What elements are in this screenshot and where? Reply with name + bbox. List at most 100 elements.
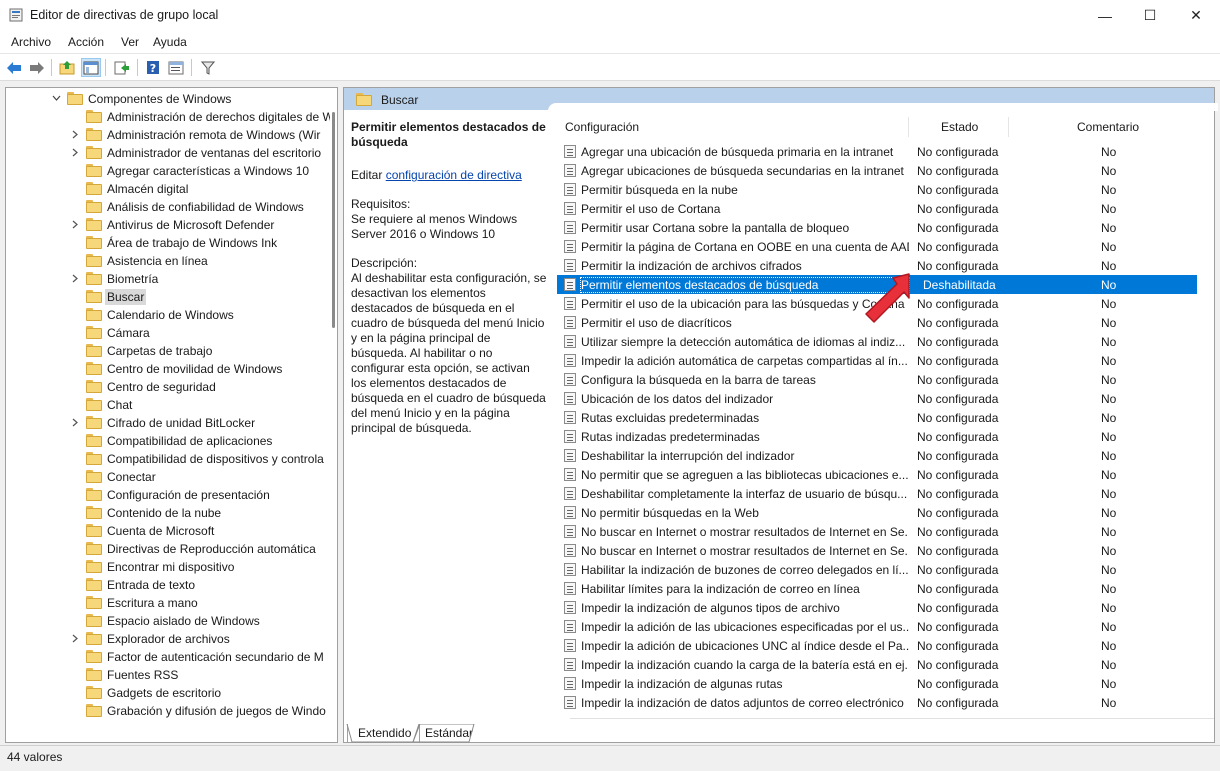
filter-button[interactable] bbox=[198, 58, 218, 77]
selected-setting-row[interactable]: Permitir elementos destacados de búsqued… bbox=[557, 275, 1197, 294]
setting-row[interactable]: No permitir que se agreguen a las biblio… bbox=[557, 465, 1197, 484]
setting-row[interactable]: No buscar en Internet o mostrar resultad… bbox=[557, 541, 1197, 560]
tree-item[interactable]: Centro de movilidad de Windows bbox=[6, 360, 326, 378]
export-list-icon bbox=[114, 61, 129, 74]
setting-row[interactable]: Impedir la adición de las ubicaciones es… bbox=[557, 617, 1197, 636]
tree-item[interactable]: Administración de derechos digitales de … bbox=[6, 108, 334, 126]
setting-row[interactable]: Rutas indizadas predeterminadas No config… bbox=[557, 427, 1197, 446]
setting-row[interactable]: Permitir el uso de la ubicación para las… bbox=[557, 294, 1197, 313]
tree-item[interactable]: Agregar características a Windows 10 bbox=[6, 162, 326, 180]
tree-item[interactable]: Factor de autenticación secundario de M bbox=[6, 648, 326, 666]
setting-row[interactable]: Habilitar límites para la indización de … bbox=[557, 579, 1197, 598]
tree-item[interactable]: Cifrado de unidad BitLocker bbox=[6, 414, 326, 432]
tree-item[interactable]: Carpetas de trabajo bbox=[6, 342, 326, 360]
setting-row[interactable]: Rutas excluidas predeterminadas No config… bbox=[557, 408, 1197, 427]
expand-chevron-icon[interactable] bbox=[70, 219, 80, 229]
setting-row[interactable]: Deshabilitar la interrupción del indizad… bbox=[557, 446, 1197, 465]
column-separator[interactable] bbox=[1008, 117, 1009, 137]
tree-item[interactable]: Área de trabajo de Windows Ink bbox=[6, 234, 326, 252]
tree-item[interactable]: Cuenta de Microsoft bbox=[6, 522, 326, 540]
show-hide-tree-button[interactable] bbox=[81, 58, 101, 77]
export-list-button[interactable] bbox=[112, 58, 132, 77]
tree-item[interactable]: Entrada de texto bbox=[6, 576, 326, 594]
setting-row[interactable]: Permitir el uso de diacríticos No configu… bbox=[557, 313, 1197, 332]
setting-row[interactable]: Permitir búsqueda en la nube No configura… bbox=[557, 180, 1197, 199]
menu-accion[interactable]: Acción bbox=[68, 35, 104, 49]
tree-item[interactable]: Fuentes RSS bbox=[6, 666, 326, 684]
tree-item[interactable]: Conectar bbox=[6, 468, 326, 486]
setting-row[interactable]: Agregar ubicaciones de búsqueda secundar… bbox=[557, 161, 1197, 180]
setting-row[interactable]: No permitir búsquedas en la Web No config… bbox=[557, 503, 1197, 522]
setting-row[interactable]: Deshabilitar completamente la interfaz d… bbox=[557, 484, 1197, 503]
tree-item[interactable]: Grabación y difusión de juegos de Windo bbox=[6, 702, 326, 720]
folder-icon bbox=[86, 686, 102, 699]
help-button[interactable]: ? bbox=[143, 58, 163, 77]
up-level-button[interactable] bbox=[57, 58, 77, 77]
tree-item[interactable]: Compatibilidad de dispositivos y control… bbox=[6, 450, 326, 468]
forward-button[interactable] bbox=[27, 58, 47, 77]
setting-row[interactable]: Ubicación de los datos del indizador No c… bbox=[557, 389, 1197, 408]
tree-item[interactable]: Escritura a mano bbox=[6, 594, 326, 612]
tree-item[interactable]: Compatibilidad de aplicaciones bbox=[6, 432, 326, 450]
setting-row[interactable]: Permitir la página de Cortana en OOBE en… bbox=[557, 237, 1197, 256]
tree-item[interactable]: Chat bbox=[6, 396, 326, 414]
tree-item[interactable]: Asistencia en línea bbox=[6, 252, 326, 270]
tree-item[interactable]: Calendario de Windows bbox=[6, 306, 326, 324]
tree-parent-row[interactable]: Componentes de Windows bbox=[6, 90, 326, 108]
expand-chevron-icon[interactable] bbox=[70, 129, 80, 139]
tree-item[interactable]: Administración remota de Windows (Wir bbox=[6, 126, 326, 144]
column-header-state[interactable]: Estado bbox=[941, 120, 978, 134]
tree-item[interactable]: Encontrar mi dispositivo bbox=[6, 558, 326, 576]
setting-row[interactable]: Permitir usar Cortana sobre la pantalla … bbox=[557, 218, 1197, 237]
tree-item[interactable]: Biometría bbox=[6, 270, 326, 288]
close-button[interactable]: ✕ bbox=[1173, 0, 1219, 31]
tree-item[interactable]: Cámara bbox=[6, 324, 326, 342]
expand-chevron-icon[interactable] bbox=[70, 633, 80, 643]
expand-chevron-icon[interactable] bbox=[70, 273, 80, 283]
tree-item-label: Centro de seguridad bbox=[107, 380, 216, 394]
tree-item[interactable]: Administrador de ventanas del escritorio bbox=[6, 144, 326, 162]
menu-ayuda[interactable]: Ayuda bbox=[153, 35, 187, 49]
tree-item[interactable]: Explorador de archivos bbox=[6, 630, 326, 648]
setting-row[interactable]: Impedir la indización de algunas rutas No… bbox=[557, 674, 1197, 693]
tree-item[interactable]: Antivirus de Microsoft Defender bbox=[6, 216, 326, 234]
setting-row[interactable]: Habilitar la indización de buzones de co… bbox=[557, 560, 1197, 579]
setting-row[interactable]: Permitir la indización de archivos cifra… bbox=[557, 256, 1197, 275]
tree-item[interactable]: Espacio aislado de Windows bbox=[6, 612, 326, 630]
setting-row[interactable]: Impedir la indización de algunos tipos d… bbox=[557, 598, 1197, 617]
column-separator[interactable] bbox=[908, 117, 909, 137]
minimize-button[interactable]: — bbox=[1082, 0, 1128, 31]
tree-item[interactable]: Buscar bbox=[6, 288, 326, 306]
maximize-button[interactable]: ☐ bbox=[1127, 0, 1173, 31]
setting-row[interactable]: Utilizar siempre la detección automática… bbox=[557, 332, 1197, 351]
properties-button[interactable] bbox=[166, 58, 186, 77]
setting-row[interactable]: Configura la búsqueda en la barra de tar… bbox=[557, 370, 1197, 389]
setting-row[interactable]: No buscar en Internet o mostrar resultad… bbox=[557, 522, 1197, 541]
back-button[interactable] bbox=[4, 58, 24, 77]
menu-ver[interactable]: Ver bbox=[121, 35, 139, 49]
expand-chevron-icon[interactable] bbox=[70, 147, 80, 157]
folder-icon bbox=[86, 542, 102, 555]
tree-item[interactable]: Análisis de confiabilidad de Windows bbox=[6, 198, 326, 216]
edit-policy-link[interactable]: configuración de directiva bbox=[386, 168, 522, 182]
list-scrollbar[interactable] bbox=[1200, 114, 1214, 718]
setting-row[interactable]: Impedir la adición automática de carpeta… bbox=[557, 351, 1197, 370]
tree-item[interactable]: Centro de seguridad bbox=[6, 378, 326, 396]
column-header-comment[interactable]: Comentario bbox=[1077, 120, 1139, 134]
tree-item[interactable]: Configuración de presentación bbox=[6, 486, 326, 504]
expand-chevron-icon[interactable] bbox=[70, 417, 80, 427]
tree-item[interactable]: Almacén digital bbox=[6, 180, 326, 198]
menu-archivo[interactable]: Archivo bbox=[11, 35, 51, 49]
setting-row[interactable]: Impedir la adición de ubicaciones UNC al… bbox=[557, 636, 1197, 655]
setting-row[interactable]: Impedir la indización de datos adjuntos … bbox=[557, 693, 1197, 712]
setting-row[interactable]: Agregar una ubicación de búsqueda primar… bbox=[557, 142, 1197, 161]
policy-setting-icon bbox=[564, 202, 576, 215]
tree-item[interactable]: Gadgets de escritorio bbox=[6, 684, 326, 702]
tree-scrollbar-thumb[interactable] bbox=[332, 112, 335, 328]
tree-item[interactable]: Contenido de la nube bbox=[6, 504, 326, 522]
collapse-chevron-icon[interactable] bbox=[51, 93, 61, 103]
setting-row[interactable]: Impedir la indización cuando la carga de… bbox=[557, 655, 1197, 674]
setting-row[interactable]: Permitir el uso de Cortana No configurada… bbox=[557, 199, 1197, 218]
column-header-setting[interactable]: Configuración bbox=[565, 120, 639, 134]
tree-item[interactable]: Directivas de Reproducción automática bbox=[6, 540, 326, 558]
